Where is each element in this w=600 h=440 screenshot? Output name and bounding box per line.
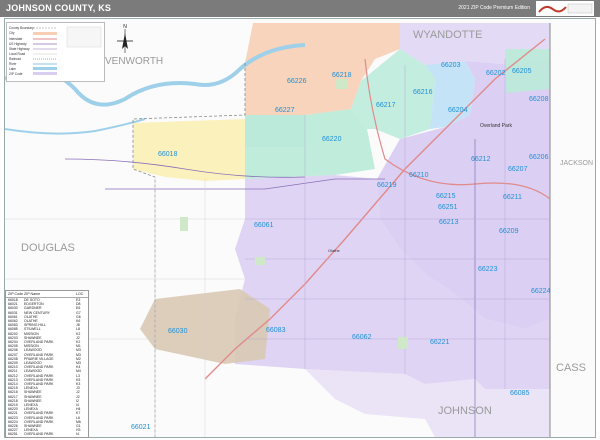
zip-label: 66224 xyxy=(531,288,551,295)
zip-label: 66220 xyxy=(322,136,342,143)
zip-label: 66218 xyxy=(332,72,352,79)
zip-label: 66205 xyxy=(512,68,532,75)
zip-label: 66021 xyxy=(131,424,151,431)
map-header: JOHNSON COUNTY, KS 2021 ZIP Code Premium… xyxy=(0,0,600,17)
zip-label: 66203 xyxy=(441,62,461,69)
park-patch-1 xyxy=(180,217,188,231)
zip-label: 66251 xyxy=(438,204,458,211)
zip-label: 66219 xyxy=(377,182,397,189)
map-page: JOHNSON COUNTY, KS 2021 ZIP Code Premium… xyxy=(0,0,600,440)
park-patch-2 xyxy=(255,257,265,265)
legend-item: River xyxy=(9,62,17,66)
zip-label: 66030 xyxy=(168,328,188,335)
zip-label: 66210 xyxy=(409,172,429,179)
zone-green-66227 xyxy=(245,115,305,147)
legend-item: Interstate xyxy=(9,37,23,41)
name-col-header: ZIP Name xyxy=(24,292,41,296)
city-olathe: Olathe xyxy=(328,248,341,253)
zip-label: 66226 xyxy=(287,78,307,85)
legend-item: City xyxy=(9,31,15,35)
zip-cell: 66251 xyxy=(8,432,18,437)
legend-item: Railroad xyxy=(9,57,21,61)
zip-label: 66062 xyxy=(352,334,372,341)
zip-label: 66212 xyxy=(471,156,491,163)
legend-item: Lake xyxy=(9,67,16,71)
park-patch-3 xyxy=(398,337,408,349)
zip-label: 66216 xyxy=(413,89,433,96)
north-label: N xyxy=(123,24,127,30)
legend-item: ZIP Code xyxy=(9,72,23,76)
county-wyandotte: WYANDOTTE xyxy=(413,29,482,41)
county-jackson: JACKSON xyxy=(560,160,593,167)
zip-label: 66208 xyxy=(529,96,549,103)
zip-label: 66085 xyxy=(510,390,530,397)
zip-label: 66207 xyxy=(508,166,528,173)
zip-label: 66215 xyxy=(436,193,456,200)
zip-table-header: ZIP Code ZIP Name LOC xyxy=(6,291,88,298)
zip-label: 66204 xyxy=(448,107,468,114)
zip-code-table: ZIP Code ZIP Name LOC 66018 DE SOTO E3 6602… xyxy=(5,290,89,438)
county-cass: CASS xyxy=(556,362,586,374)
park-patch-4 xyxy=(335,79,347,89)
map-edition: 2021 ZIP Code Premium Edition xyxy=(458,5,530,11)
city-overland-park: Overland Park xyxy=(480,123,512,129)
loc-cell: I4 xyxy=(76,432,79,437)
zip-name-cell: OVERLAND PARK xyxy=(24,432,54,437)
legend-item: State Highway xyxy=(9,47,30,51)
legend-item: US Highway xyxy=(9,42,27,46)
map-legend: County Boundary City Interstate US Highw… xyxy=(6,22,105,82)
county-johnson: JOHNSON xyxy=(438,405,492,417)
county-douglas: DOUGLAS xyxy=(21,242,75,254)
table-row: 66251 OVERLAND PARK I4 xyxy=(6,432,88,437)
zip-label: 66209 xyxy=(499,228,519,235)
loc-col-header: LOC xyxy=(76,292,84,296)
legend-item: Local Road xyxy=(9,52,26,56)
map-title: JOHNSON COUNTY, KS xyxy=(6,3,112,13)
zip-col-header: ZIP Code xyxy=(8,292,24,296)
zip-label: 66221 xyxy=(430,339,450,346)
zip-label: 66223 xyxy=(478,266,498,273)
zip-label: 66217 xyxy=(376,102,396,109)
zip-label: 66227 xyxy=(275,107,295,114)
zone-yellow-66018 xyxy=(133,119,245,181)
publisher-logo xyxy=(536,1,594,16)
zip-label: 66061 xyxy=(254,222,274,229)
zip-label: 66211 xyxy=(503,194,522,201)
zip-label: 66202 xyxy=(486,70,506,77)
legend-item: County Boundary xyxy=(9,26,34,30)
zip-label: 66083 xyxy=(266,327,286,334)
zip-label: 66018 xyxy=(158,151,178,158)
zip-label: 66206 xyxy=(529,154,549,161)
zip-label: 66213 xyxy=(439,219,459,226)
county-leavenworth: VENWORTH xyxy=(105,56,163,67)
